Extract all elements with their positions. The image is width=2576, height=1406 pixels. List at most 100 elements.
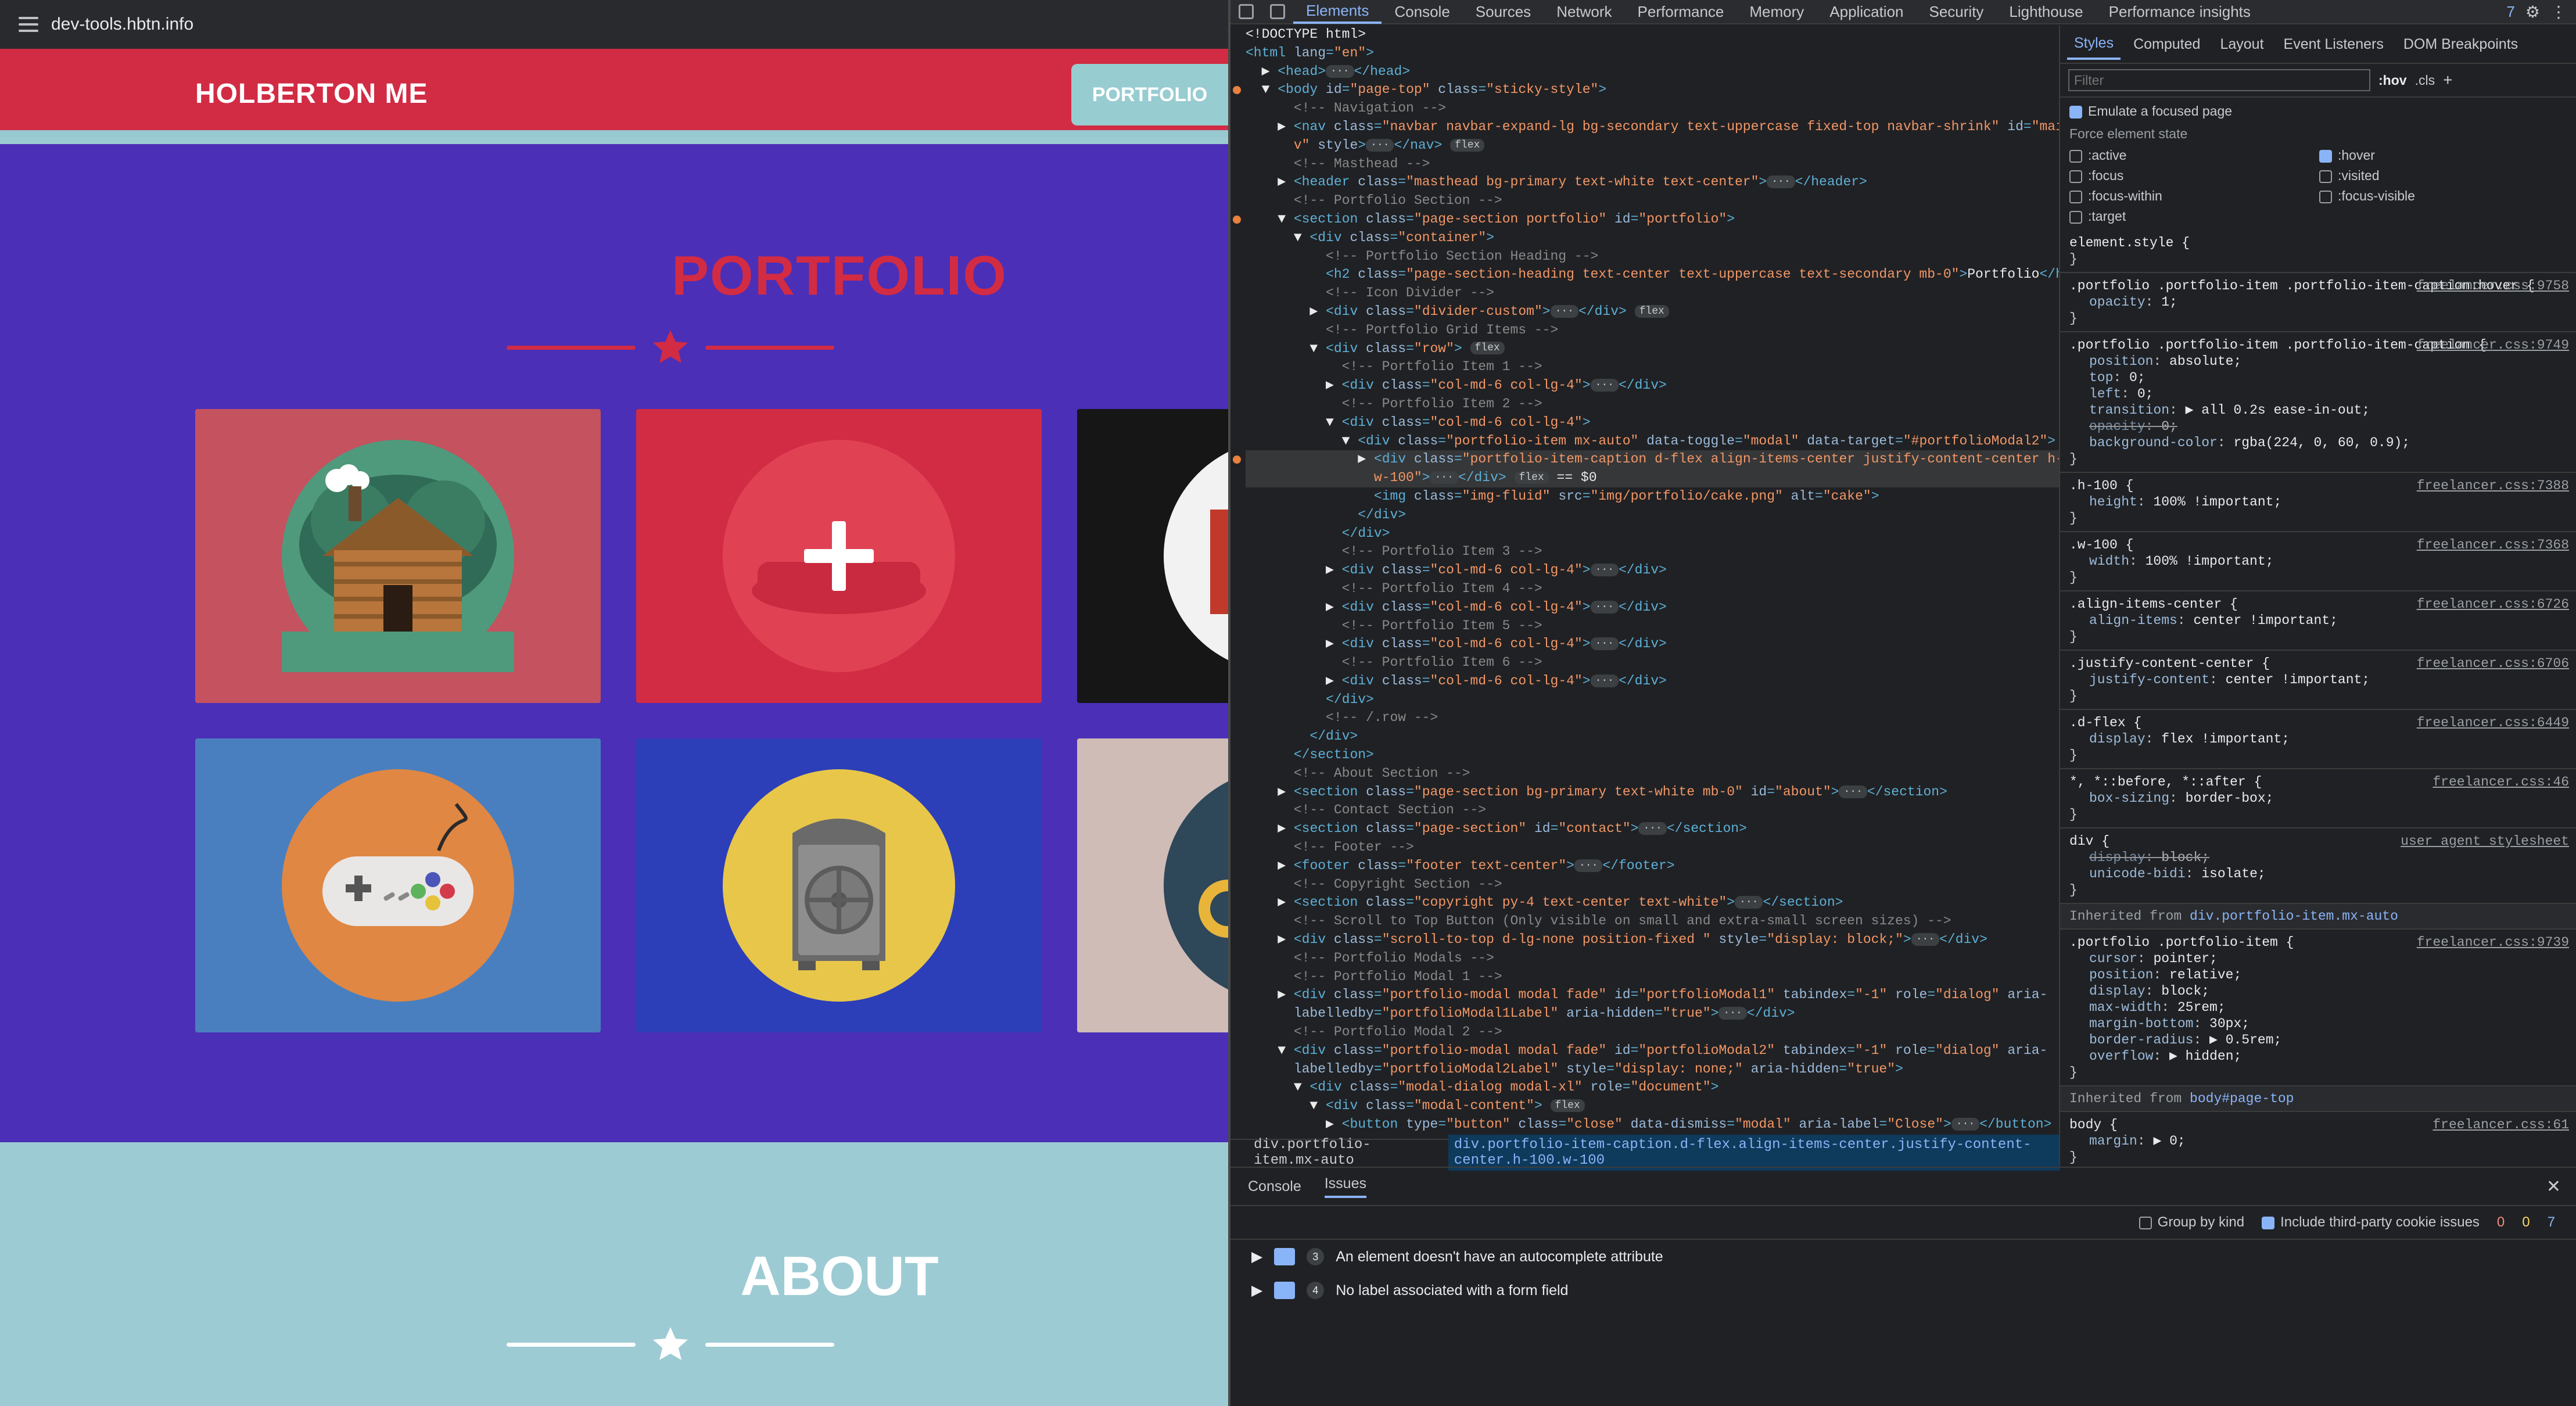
dom-node-line[interactable]: ▼ <div class="modal-dialog modal-xl" rol… — [1246, 1078, 2060, 1097]
css-source-link[interactable]: freelancer.css:7388 — [2417, 478, 2569, 494]
address-bar[interactable]: dev-tools.hbtn.info — [0, 0, 1228, 49]
checkbox-unchecked-icon[interactable] — [2069, 210, 2082, 224]
dom-node-line[interactable]: </div> — [1246, 691, 2060, 709]
css-declaration[interactable]: overflow: ▶ hidden; — [2069, 1048, 2569, 1064]
dom-node-line[interactable]: ▶ <div class="portfolio-item-caption d-f… — [1233, 450, 2060, 469]
group-by-kind-toggle[interactable]: Group by kind — [2139, 1214, 2244, 1231]
dom-node-line[interactable]: <!DOCTYPE html> — [1246, 26, 2060, 44]
checkbox-checked-icon[interactable] — [2262, 1216, 2275, 1229]
dom-node-line[interactable]: w-100"> ··· </div> flex == $0 — [1246, 469, 2060, 487]
dom-node-line[interactable]: ▼ <div class="portfolio-modal modal fade… — [1246, 1042, 2060, 1060]
dom-node-line[interactable]: ▼ <div class="modal-content"> flex — [1246, 1097, 2060, 1116]
dom-node-line[interactable]: ▶ <nav class="navbar navbar-expand-lg bg… — [1246, 118, 2060, 137]
dom-node-line[interactable]: v" style> ··· </nav> flex — [1246, 137, 2060, 155]
styles-subtab-styles[interactable]: Styles — [2067, 29, 2121, 60]
dom-node-line[interactable]: </div> — [1246, 525, 2060, 543]
css-declaration[interactable]: display: block; — [2069, 983, 2569, 999]
css-declaration[interactable]: opacity: 1; — [2069, 294, 2569, 310]
css-declaration[interactable]: display: flex !important; — [2069, 731, 2569, 747]
css-declaration[interactable]: cursor: pointer; — [2069, 951, 2569, 967]
devtools-tab-memory[interactable]: Memory — [1737, 0, 1817, 24]
close-drawer-icon[interactable]: ✕ — [2546, 1177, 2561, 1197]
force-state-option[interactable]: :target — [2069, 209, 2319, 224]
portfolio-item-cake[interactable] — [636, 409, 1042, 703]
dom-node-line[interactable]: ▶ <div class="col-md-6 col-lg-4"> ··· </di… — [1246, 635, 2060, 654]
breadcrumb-item[interactable]: div.portfolio-item.mx-auto — [1254, 1137, 1433, 1168]
css-declaration[interactable]: align-items: center !important; — [2069, 612, 2569, 629]
dom-node-line[interactable]: <!-- Scroll to Top Button (Only visible … — [1246, 912, 2060, 931]
css-rule[interactable]: .d-flex {freelancer.css:6449 display: fle… — [2060, 710, 2576, 769]
dom-node-line[interactable]: <!-- Navigation --> — [1246, 99, 2060, 118]
devtools-tab-performance-insights[interactable]: Performance insights — [2096, 0, 2263, 24]
dom-node-line[interactable]: <!-- Portfolio Item 2 --> — [1246, 395, 2060, 414]
dom-node-line[interactable]: ▶ <button type="button" class="close" da… — [1246, 1116, 2060, 1134]
css-rule[interactable]: .justify-content-center {freelancer.css:… — [2060, 651, 2576, 710]
dom-node-line[interactable]: <html lang="en"> — [1246, 44, 2060, 63]
devtools-tab-console[interactable]: Console — [1382, 0, 1462, 24]
dom-node-line[interactable]: ▼ <div class="col-md-6 col-lg-4"> — [1246, 414, 2060, 432]
css-declaration[interactable]: opacity: 0; — [2069, 418, 2569, 435]
dom-node-line[interactable]: ▼ <body id="page-top" class="sticky-styl… — [1233, 81, 2060, 99]
css-rule[interactable]: .h-100 {freelancer.css:7388 height: 100% … — [2060, 473, 2576, 532]
device-toolbar-icon[interactable] — [1270, 4, 1285, 19]
breadcrumb-item-selected[interactable]: div.portfolio-item-caption.d-flex.align-… — [1448, 1135, 2060, 1171]
css-declaration[interactable]: justify-content: center !important; — [2069, 672, 2569, 688]
css-rule[interactable]: .w-100 {freelancer.css:7368 width: 100% !… — [2060, 532, 2576, 591]
dom-node-line[interactable]: <h2 class="page-section-heading text-cen… — [1246, 266, 2060, 284]
checkbox-unchecked-icon[interactable] — [2139, 1216, 2152, 1229]
css-declaration[interactable]: margin-bottom: 30px; — [2069, 1016, 2569, 1032]
styles-subtab-computed[interactable]: Computed — [2126, 30, 2207, 59]
dom-node-line[interactable]: ▶ <header class="masthead bg-primary tex… — [1246, 173, 2060, 192]
issue-row[interactable]: ▶ 4 No label associated with a form fiel… — [1230, 1274, 2576, 1307]
checkbox-checked-icon[interactable] — [2319, 149, 2332, 163]
dom-node-line[interactable]: <!-- Portfolio Item 3 --> — [1246, 543, 2060, 561]
dom-node-line[interactable]: <!-- Portfolio Item 5 --> — [1246, 617, 2060, 636]
portfolio-item-safe[interactable] — [636, 738, 1042, 1032]
styles-subtab-dom-breakpoints[interactable]: DOM Breakpoints — [2396, 30, 2525, 59]
devtools-tab-elements[interactable]: Elements — [1293, 0, 1382, 24]
dom-node-line[interactable]: <!-- Footer --> — [1246, 838, 2060, 857]
css-source-link[interactable]: freelancer.css:61 — [2433, 1117, 2569, 1133]
dom-node-line[interactable]: <!-- Masthead --> — [1246, 155, 2060, 174]
dom-node-line[interactable]: <!-- Portfolio Modal 2 --> — [1246, 1023, 2060, 1042]
css-rule[interactable]: .portfolio .portfolio-item .portfolio-it… — [2060, 273, 2576, 332]
third-party-toggle[interactable]: Include third-party cookie issues — [2262, 1214, 2480, 1231]
css-source-link[interactable]: freelancer.css:6449 — [2417, 715, 2569, 731]
styles-subtab-event-listeners[interactable]: Event Listeners — [2277, 30, 2391, 59]
dom-node-line[interactable]: <!-- Portfolio Section Heading --> — [1246, 248, 2060, 266]
dom-node-line[interactable]: ▶ <div class="scroll-to-top d-lg-none po… — [1246, 931, 2060, 949]
dom-node-line[interactable]: ▶ <section class="page-section bg-primar… — [1246, 783, 2060, 802]
css-declaration[interactable]: box-sizing: border-box; — [2069, 790, 2569, 806]
cls-toggle[interactable]: .cls — [2415, 73, 2435, 88]
hov-toggle[interactable]: :hov — [2378, 73, 2407, 88]
settings-gear-icon[interactable]: ⚙ — [2525, 2, 2540, 21]
css-rule[interactable]: *, *::before, *::after {freelancer.css:4… — [2060, 769, 2576, 828]
dom-node-line[interactable]: <!-- Icon Divider --> — [1246, 284, 2060, 303]
css-rule[interactable]: div {user agent stylesheet display: block… — [2060, 828, 2576, 904]
nav-link-portfolio[interactable]: PORTFOLIO — [1071, 64, 1228, 125]
css-declaration[interactable]: max-width: 25rem; — [2069, 999, 2569, 1016]
checkbox-unchecked-icon[interactable] — [2069, 170, 2082, 183]
css-source-link[interactable]: freelancer.css:9739 — [2417, 934, 2569, 951]
dom-node-line[interactable]: ▶ <div class="portfolio-modal modal fade… — [1246, 986, 2060, 1005]
drawer-tab-issues[interactable]: Issues — [1324, 1175, 1366, 1198]
dom-node-line[interactable]: <!-- Portfolio Item 6 --> — [1246, 654, 2060, 672]
force-state-option[interactable]: :focus — [2069, 168, 2319, 184]
dom-node-line[interactable]: <!-- Portfolio Grid Items --> — [1246, 321, 2060, 340]
force-state-option[interactable]: :focus-visible — [2319, 188, 2569, 204]
css-declaration[interactable]: position: absolute; — [2069, 353, 2569, 370]
dom-node-line[interactable]: <!-- Copyright Section --> — [1246, 876, 2060, 894]
expand-arrow-icon[interactable]: ▶ — [1251, 1282, 1262, 1299]
issue-row[interactable]: ▶ 3 An element doesn't have an autocompl… — [1230, 1240, 2576, 1274]
css-declaration[interactable]: width: 100% !important; — [2069, 553, 2569, 569]
dom-node-line[interactable]: </section> — [1246, 746, 2060, 765]
dom-node-line[interactable]: ▶ <div class="col-md-6 col-lg-4"> ··· </di… — [1246, 376, 2060, 395]
devtools-tab-performance[interactable]: Performance — [1625, 0, 1737, 24]
css-rule[interactable]: element.style {} — [2060, 230, 2576, 273]
dom-node-line[interactable]: <!-- About Section --> — [1246, 765, 2060, 783]
portfolio-item-cabin[interactable] — [195, 409, 601, 703]
dom-node-line[interactable]: ▶ <div class="col-md-6 col-lg-4"> ··· </di… — [1246, 672, 2060, 691]
checkbox-unchecked-icon[interactable] — [2069, 190, 2082, 203]
dom-node-line[interactable]: ▶ <div class="col-md-6 col-lg-4"> ··· </di… — [1246, 561, 2060, 580]
dom-node-line[interactable]: </div> — [1246, 727, 2060, 746]
